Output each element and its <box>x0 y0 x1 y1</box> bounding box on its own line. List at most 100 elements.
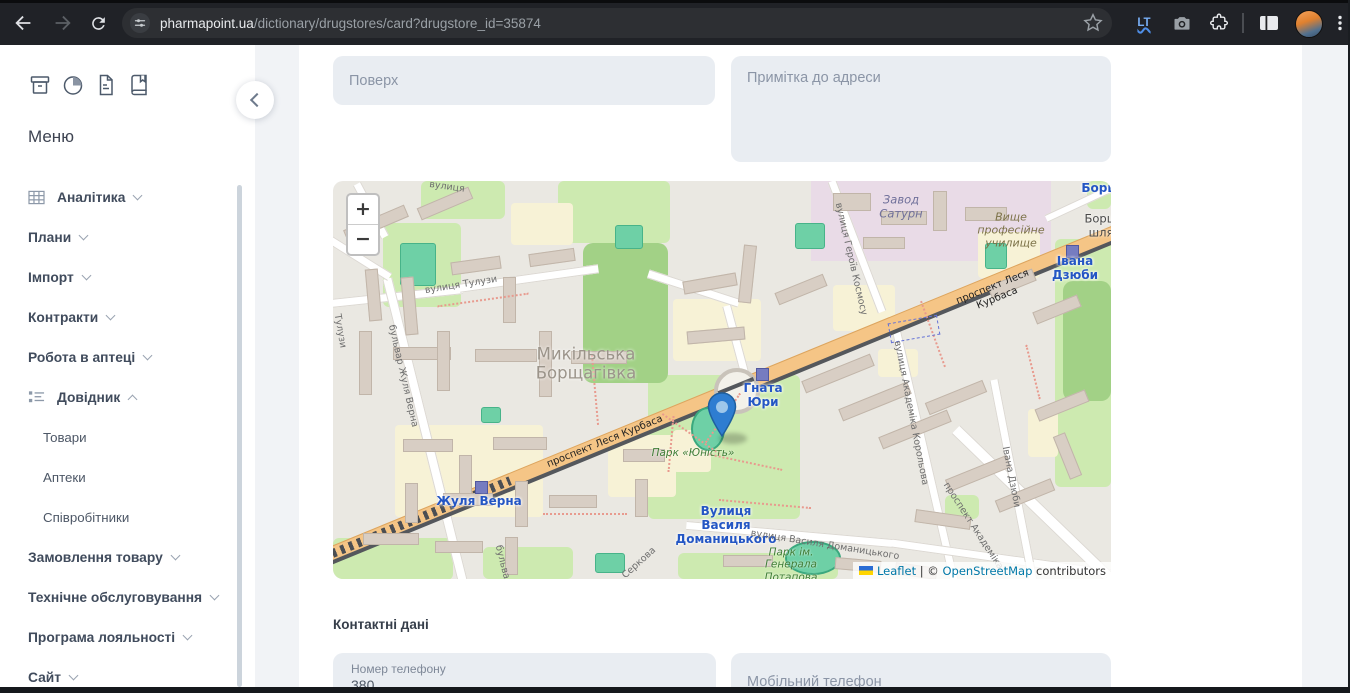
sidebar-item-label: Замовлення товару <box>28 550 163 565</box>
map-attribution: Leaflet | © OpenStreetMap contributors <box>853 562 1111 579</box>
url-path: /dictionary/drugstores/card?drugstore_id… <box>254 16 541 31</box>
chevron-up-icon <box>128 394 138 404</box>
phone-label: Номер телефону <box>351 662 716 676</box>
document-icon[interactable] <box>94 73 118 97</box>
left-gutter <box>255 45 299 687</box>
address-bar[interactable]: pharmapoint.ua/dictionary/drugstores/car… <box>122 8 1112 38</box>
map-building <box>933 191 947 231</box>
zoom-in-button[interactable]: + <box>348 195 378 224</box>
map-building <box>405 483 418 523</box>
chevron-down-icon <box>183 631 193 641</box>
map-label: Борщ <box>1081 181 1111 195</box>
extensions-puzzle-icon[interactable] <box>1205 9 1233 37</box>
map-label: Микільська Борщагівка <box>536 345 637 384</box>
sidebar-scrollbar[interactable] <box>237 185 242 687</box>
ukraine-flag-icon <box>859 566 873 575</box>
sidebar-item-analytics[interactable]: Аналітика <box>0 177 234 217</box>
address-note-field <box>731 56 1111 162</box>
map-building <box>503 277 516 323</box>
sidebar-item-goods-orders[interactable]: Замовлення товару <box>0 537 234 577</box>
back-icon[interactable] <box>11 10 37 36</box>
sidebar-item-goods[interactable]: Товари <box>0 417 234 457</box>
attribution-separator: | © <box>916 564 942 578</box>
sidebar-item-dictionary[interactable]: Довідник <box>0 377 234 417</box>
map-zoom-control: + − <box>346 193 380 256</box>
chevron-left-icon <box>250 93 264 107</box>
profile-avatar[interactable] <box>1295 10 1323 38</box>
sidebar-item-label: Технічне обслуговування <box>28 590 202 605</box>
map-label: Серкова <box>620 545 658 579</box>
map-label: Парк «Юність» <box>652 447 735 459</box>
sidebar-quick-icons <box>28 73 151 97</box>
sidebar: Меню Аналітика Плани Імпорт Контракти Ро… <box>0 45 255 687</box>
sidebar-item-label: Аналітика <box>57 190 125 205</box>
site-settings-icon[interactable] <box>130 13 150 33</box>
package-icon[interactable] <box>28 73 52 97</box>
sidebar-item-pharmacy-work[interactable]: Робота в аптеці <box>0 337 234 377</box>
map-area <box>795 223 825 249</box>
sidebar-item-contracts[interactable]: Контракти <box>0 297 234 337</box>
map-building <box>549 495 597 508</box>
taskbar-edge <box>0 687 1350 693</box>
map-footpath <box>543 513 627 515</box>
map-building <box>403 439 453 452</box>
attribution-contributors: contributors <box>1032 564 1106 578</box>
sidebar-collapse-button[interactable] <box>236 81 274 119</box>
grid-icon <box>28 190 45 205</box>
map-building <box>925 380 987 415</box>
map-building <box>635 479 648 517</box>
lt-glyph: LT <box>1137 17 1150 29</box>
chevron-down-icon <box>133 191 143 201</box>
map-building <box>359 331 372 395</box>
map-building <box>437 331 450 391</box>
right-gutter <box>1302 45 1350 687</box>
reload-icon[interactable] <box>85 10 111 36</box>
map-label: Парк ім. Генерала Потапова <box>765 546 818 579</box>
sidebar-menu: Аналітика Плани Імпорт Контракти Робота … <box>0 177 234 693</box>
chevron-down-icon <box>81 271 91 281</box>
sidebar-item-loyalty[interactable]: Програма лояльності <box>0 617 234 657</box>
screenshot-extension-icon[interactable] <box>1168 9 1196 37</box>
pie-chart-icon[interactable] <box>61 73 85 97</box>
map-building <box>738 244 757 303</box>
toolbar-separator <box>1242 13 1244 33</box>
chevron-down-icon <box>170 551 180 561</box>
browser-menu-kebab-icon[interactable] <box>1326 9 1350 37</box>
contacts-heading: Контактні дані <box>333 617 429 632</box>
map-label: Тулузи <box>333 313 348 349</box>
side-panel-icon[interactable] <box>1255 9 1283 37</box>
sidebar-item-import[interactable]: Імпорт <box>0 257 234 297</box>
sidebar-item-label: Довідник <box>57 390 120 405</box>
floor-field <box>333 56 715 105</box>
station-marker <box>756 368 769 381</box>
sidebar-item-maintenance[interactable]: Технічне обслуговування <box>0 577 234 617</box>
map[interactable]: вулиця Тулузибульвар Жуля ВернаТулузивул… <box>333 181 1111 579</box>
address-note-input[interactable] <box>731 56 1111 162</box>
map-footpath <box>1025 345 1040 400</box>
osm-link[interactable]: OpenStreetMap <box>942 564 1032 578</box>
url-host: pharmapoint.ua <box>160 16 254 31</box>
sidebar-item-label: Аптеки <box>43 470 86 485</box>
map-building <box>528 248 575 267</box>
sidebar-item-plans[interactable]: Плани <box>0 217 234 257</box>
chevron-down-icon <box>143 351 153 361</box>
sidebar-item-employees[interactable]: Співробітники <box>0 497 234 537</box>
bookmark-star-icon[interactable] <box>1082 12 1104 39</box>
menu-title: Меню <box>28 127 74 147</box>
map-building <box>863 237 905 249</box>
forward-icon[interactable] <box>49 10 75 36</box>
languagetool-extension-icon[interactable]: LT <box>1130 9 1158 37</box>
browser-toolbar: pharmapoint.ua/dictionary/drugstores/car… <box>0 0 1350 45</box>
map-marker-icon[interactable] <box>707 392 737 442</box>
map-area <box>481 407 501 423</box>
map-area <box>558 181 670 243</box>
sidebar-item-drugstores[interactable]: Аптеки <box>0 457 234 497</box>
chevron-down-icon <box>79 231 89 241</box>
floor-input[interactable] <box>333 56 715 105</box>
zoom-out-button[interactable]: − <box>348 225 378 254</box>
map-area <box>511 203 573 245</box>
sidebar-item-label: Контракти <box>28 310 98 325</box>
sidebar-item-label: Робота в аптеці <box>28 350 135 365</box>
leaflet-link[interactable]: Leaflet <box>877 564 916 578</box>
book-icon[interactable] <box>127 73 151 97</box>
